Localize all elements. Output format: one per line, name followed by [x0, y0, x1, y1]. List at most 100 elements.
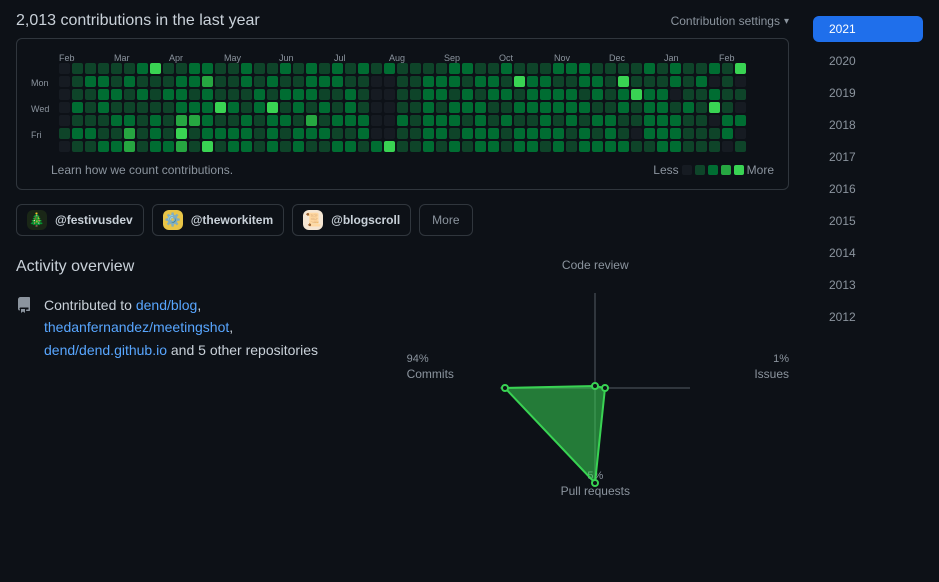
- contribution-day-cell[interactable]: [410, 115, 421, 126]
- contribution-day-cell[interactable]: [475, 63, 486, 74]
- contribution-day-cell[interactable]: [332, 128, 343, 139]
- org-pill-2[interactable]: 📜@blogscroll: [292, 204, 411, 236]
- contribution-day-cell[interactable]: [202, 128, 213, 139]
- contribution-day-cell[interactable]: [397, 76, 408, 87]
- contribution-day-cell[interactable]: [306, 115, 317, 126]
- contribution-day-cell[interactable]: [722, 115, 733, 126]
- contribution-day-cell[interactable]: [228, 76, 239, 87]
- contribution-day-cell[interactable]: [540, 141, 551, 152]
- contribution-day-cell[interactable]: [215, 141, 226, 152]
- year-filter-2017[interactable]: 2017: [813, 144, 923, 170]
- contribution-day-cell[interactable]: [553, 102, 564, 113]
- contribution-day-cell[interactable]: [267, 141, 278, 152]
- contribution-day-cell[interactable]: [670, 115, 681, 126]
- contribution-day-cell[interactable]: [436, 128, 447, 139]
- contribution-day-cell[interactable]: [176, 128, 187, 139]
- contribution-day-cell[interactable]: [189, 141, 200, 152]
- contribution-day-cell[interactable]: [709, 141, 720, 152]
- contribution-day-cell[interactable]: [150, 89, 161, 100]
- contribution-day-cell[interactable]: [670, 89, 681, 100]
- contribution-day-cell[interactable]: [241, 128, 252, 139]
- contribution-day-cell[interactable]: [631, 76, 642, 87]
- contribution-day-cell[interactable]: [527, 63, 538, 74]
- contribution-day-cell[interactable]: [267, 128, 278, 139]
- contribution-day-cell[interactable]: [501, 63, 512, 74]
- contribution-day-cell[interactable]: [228, 115, 239, 126]
- contribution-day-cell[interactable]: [384, 63, 395, 74]
- contribution-day-cell[interactable]: [566, 128, 577, 139]
- contribution-day-cell[interactable]: [72, 128, 83, 139]
- contribution-day-cell[interactable]: [709, 76, 720, 87]
- contribution-day-cell[interactable]: [683, 115, 694, 126]
- contribution-day-cell[interactable]: [553, 63, 564, 74]
- contribution-day-cell[interactable]: [449, 128, 460, 139]
- contribution-day-cell[interactable]: [410, 102, 421, 113]
- contribution-day-cell[interactable]: [683, 102, 694, 113]
- contribution-day-cell[interactable]: [267, 115, 278, 126]
- contribution-day-cell[interactable]: [332, 115, 343, 126]
- contribution-day-cell[interactable]: [644, 128, 655, 139]
- year-filter-2014[interactable]: 2014: [813, 240, 923, 266]
- contribution-day-cell[interactable]: [59, 128, 70, 139]
- contribution-day-cell[interactable]: [319, 102, 330, 113]
- contribution-day-cell[interactable]: [280, 102, 291, 113]
- contribution-day-cell[interactable]: [579, 63, 590, 74]
- contribution-day-cell[interactable]: [358, 63, 369, 74]
- contribution-day-cell[interactable]: [618, 76, 629, 87]
- contribution-day-cell[interactable]: [137, 63, 148, 74]
- contribution-day-cell[interactable]: [514, 128, 525, 139]
- contribution-day-cell[interactable]: [436, 102, 447, 113]
- contribution-day-cell[interactable]: [670, 76, 681, 87]
- contribution-day-cell[interactable]: [722, 141, 733, 152]
- contribution-day-cell[interactable]: [462, 141, 473, 152]
- contribution-day-cell[interactable]: [553, 76, 564, 87]
- contribution-day-cell[interactable]: [163, 102, 174, 113]
- contribution-day-cell[interactable]: [605, 89, 616, 100]
- contribution-day-cell[interactable]: [527, 128, 538, 139]
- contribution-day-cell[interactable]: [163, 76, 174, 87]
- contribution-day-cell[interactable]: [410, 141, 421, 152]
- contribution-day-cell[interactable]: [501, 115, 512, 126]
- contribution-day-cell[interactable]: [618, 141, 629, 152]
- contribution-day-cell[interactable]: [59, 115, 70, 126]
- contribution-day-cell[interactable]: [644, 89, 655, 100]
- contribution-day-cell[interactable]: [566, 63, 577, 74]
- contribution-day-cell[interactable]: [501, 76, 512, 87]
- contribution-day-cell[interactable]: [475, 115, 486, 126]
- contribution-day-cell[interactable]: [59, 102, 70, 113]
- contribution-day-cell[interactable]: [111, 128, 122, 139]
- contribution-day-cell[interactable]: [384, 128, 395, 139]
- contribution-day-cell[interactable]: [137, 128, 148, 139]
- contribution-day-cell[interactable]: [267, 102, 278, 113]
- contribution-day-cell[interactable]: [189, 89, 200, 100]
- contribution-day-cell[interactable]: [241, 102, 252, 113]
- contribution-day-cell[interactable]: [345, 128, 356, 139]
- contribution-day-cell[interactable]: [176, 115, 187, 126]
- contribution-day-cell[interactable]: [85, 115, 96, 126]
- contribution-day-cell[interactable]: [722, 63, 733, 74]
- contribution-day-cell[interactable]: [111, 102, 122, 113]
- contribution-day-cell[interactable]: [540, 76, 551, 87]
- contribution-day-cell[interactable]: [137, 89, 148, 100]
- contribution-day-cell[interactable]: [241, 63, 252, 74]
- contribution-day-cell[interactable]: [72, 76, 83, 87]
- contribution-day-cell[interactable]: [254, 102, 265, 113]
- contribution-day-cell[interactable]: [254, 76, 265, 87]
- contribution-day-cell[interactable]: [631, 141, 642, 152]
- contribution-day-cell[interactable]: [267, 89, 278, 100]
- contribution-day-cell[interactable]: [215, 89, 226, 100]
- contribution-day-cell[interactable]: [696, 141, 707, 152]
- contribution-day-cell[interactable]: [462, 115, 473, 126]
- contribution-day-cell[interactable]: [59, 63, 70, 74]
- contribution-day-cell[interactable]: [306, 76, 317, 87]
- contribution-day-cell[interactable]: [202, 63, 213, 74]
- contribution-day-cell[interactable]: [176, 89, 187, 100]
- contribution-day-cell[interactable]: [358, 141, 369, 152]
- contribution-day-cell[interactable]: [631, 128, 642, 139]
- contribution-day-cell[interactable]: [592, 89, 603, 100]
- contribution-day-cell[interactable]: [605, 63, 616, 74]
- contribution-day-cell[interactable]: [358, 76, 369, 87]
- contribution-day-cell[interactable]: [579, 76, 590, 87]
- contribution-day-cell[interactable]: [332, 102, 343, 113]
- contribution-day-cell[interactable]: [462, 102, 473, 113]
